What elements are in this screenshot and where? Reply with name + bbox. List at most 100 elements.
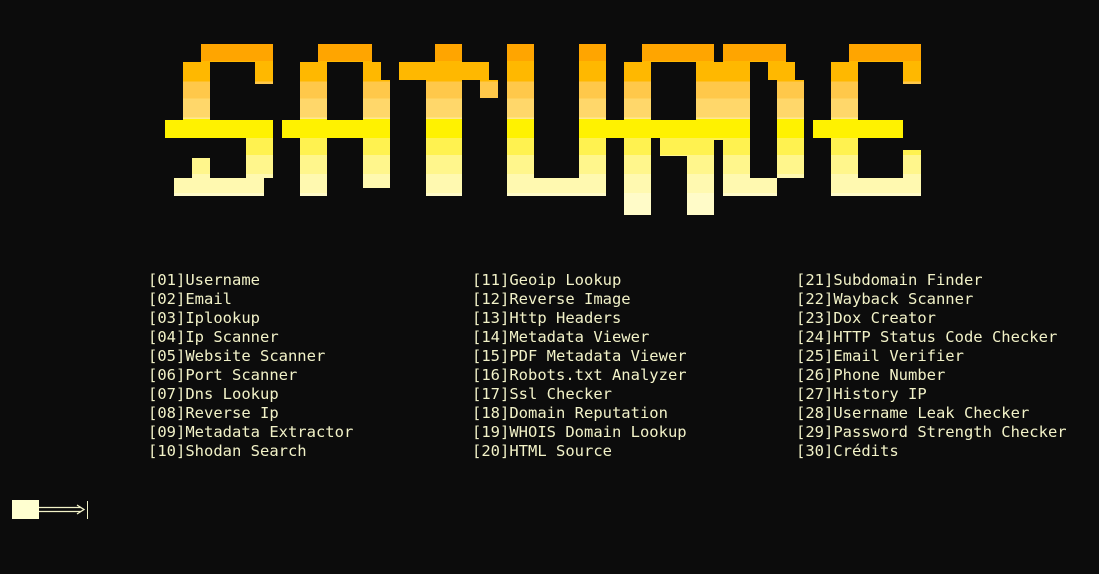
menu-item-id: [06] xyxy=(148,366,186,384)
menu-item-id: [03] xyxy=(148,309,186,327)
menu-item-label: HTML Source xyxy=(509,442,612,460)
menu-item-id: [24] xyxy=(796,328,834,346)
menu-item-id: [16] xyxy=(472,366,510,384)
menu-item-id: [18] xyxy=(472,404,510,422)
menu-item-ip-scanner[interactable]: [04]Ip Scanner xyxy=(148,328,353,347)
logo-letter-t xyxy=(399,44,498,196)
menu-item-pdf-metadata-viewer[interactable]: [15]PDF Metadata Viewer xyxy=(472,347,687,366)
menu-item-id: [21] xyxy=(796,271,834,289)
menu-item-id: [02] xyxy=(148,290,186,308)
menu-item-id: [13] xyxy=(472,309,510,327)
menu-item-robots-analyzer[interactable]: [16]Robots.txt Analyzer xyxy=(472,366,687,385)
menu-item-id: [27] xyxy=(796,385,834,403)
menu-item-label: Ssl Checker xyxy=(509,385,612,403)
menu-item-id: [11] xyxy=(472,271,510,289)
menu-item-label: Http Headers xyxy=(509,309,622,327)
logo-letter-a xyxy=(282,44,390,196)
menu-item-id: [05] xyxy=(148,347,186,365)
menu-item-label: Subdomain Finder xyxy=(833,271,983,289)
menu-item-password-strength-checker[interactable]: [29]Password Strength Checker xyxy=(796,423,1067,442)
menu-item-id: [12] xyxy=(472,290,510,308)
menu-item-id: [28] xyxy=(796,404,834,422)
menu-item-id: [22] xyxy=(796,290,834,308)
menu-item-port-scanner[interactable]: [06]Port Scanner xyxy=(148,366,353,385)
menu-item-credits[interactable]: [30]Crédits xyxy=(796,442,1067,461)
menu-item-label: Wayback Scanner xyxy=(833,290,974,308)
menu-item-label: Email Verifier xyxy=(833,347,964,365)
menu-item-wayback-scanner[interactable]: [22]Wayback Scanner xyxy=(796,290,1067,309)
logo-letter-r xyxy=(606,44,723,215)
menu-item-id: [29] xyxy=(796,423,834,441)
menu-item-id: [19] xyxy=(472,423,510,441)
menu-item-label: WHOIS Domain Lookup xyxy=(509,423,687,441)
logo-letter-u xyxy=(507,44,606,196)
prompt-block xyxy=(12,500,39,519)
menu-item-label: Iplookup xyxy=(185,309,260,327)
menu-item-id: [30] xyxy=(796,442,834,460)
menu-item-id: [23] xyxy=(796,309,834,327)
menu-item-label: Password Strength Checker xyxy=(833,423,1067,441)
menu-item-label: Dox Creator xyxy=(833,309,936,327)
menu-item-label: Domain Reputation xyxy=(509,404,668,422)
logo-letter-s1 xyxy=(165,44,273,196)
menu-item-label: Geoip Lookup xyxy=(509,271,622,289)
menu-column-2: [11]Geoip Lookup [12]Reverse Image [13]H… xyxy=(472,271,687,461)
menu-item-username[interactable]: [01]Username xyxy=(148,271,353,290)
menu-item-id: [17] xyxy=(472,385,510,403)
menu-item-username-leak-checker[interactable]: [28]Username Leak Checker xyxy=(796,404,1067,423)
menu-item-subdomain-finder[interactable]: [21]Subdomain Finder xyxy=(796,271,1067,290)
menu-item-label: Email xyxy=(185,290,232,308)
menu-item-website-scanner[interactable]: [05]Website Scanner xyxy=(148,347,353,366)
menu-item-metadata-extractor[interactable]: [09]Metadata Extractor xyxy=(148,423,353,442)
menu-item-label: Phone Number xyxy=(833,366,946,384)
menu-item-id: [01] xyxy=(148,271,186,289)
menu-item-whois-domain-lookup[interactable]: [19]WHOIS Domain Lookup xyxy=(472,423,687,442)
menu-item-id: [09] xyxy=(148,423,186,441)
menu-item-id: [07] xyxy=(148,385,186,403)
menu-item-label: Ip Scanner xyxy=(185,328,279,346)
menu-column-1: [01]Username [02]Email [03]Iplookup [04]… xyxy=(148,271,353,461)
menu-item-id: [25] xyxy=(796,347,834,365)
menu-item-label: Shodan Search xyxy=(185,442,307,460)
menu-item-id: [20] xyxy=(472,442,510,460)
menu-item-id: [14] xyxy=(472,328,510,346)
logo-letter-n xyxy=(723,44,804,196)
command-prompt[interactable] xyxy=(12,500,88,519)
menu-item-label: Reverse Image xyxy=(509,290,631,308)
menu-item-ssl-checker[interactable]: [17]Ssl Checker xyxy=(472,385,687,404)
menu-item-phone-number[interactable]: [26]Phone Number xyxy=(796,366,1067,385)
menu-item-http-status-code-checker[interactable]: [24]HTTP Status Code Checker xyxy=(796,328,1067,347)
menu-item-email[interactable]: [02]Email xyxy=(148,290,353,309)
menu-item-id: [04] xyxy=(148,328,186,346)
menu-column-3: [21]Subdomain Finder [22]Wayback Scanner… xyxy=(796,271,1067,461)
menu-item-email-verifier[interactable]: [25]Email Verifier xyxy=(796,347,1067,366)
text-cursor xyxy=(87,500,88,519)
menu-item-id: [26] xyxy=(796,366,834,384)
menu-item-label: Username xyxy=(185,271,260,289)
menu-item-iplookup[interactable]: [03]Iplookup xyxy=(148,309,353,328)
logo-letter-e xyxy=(813,44,921,196)
menu-item-http-headers[interactable]: [13]Http Headers xyxy=(472,309,687,328)
menu-item-label: Robots.txt Analyzer xyxy=(509,366,687,384)
menu-item-dox-creator[interactable]: [23]Dox Creator xyxy=(796,309,1067,328)
menu-item-html-source[interactable]: [20]HTML Source xyxy=(472,442,687,461)
menu-item-label: Crédits xyxy=(833,442,899,460)
menu-item-label: PDF Metadata Viewer xyxy=(509,347,687,365)
menu-item-label: History IP xyxy=(833,385,927,403)
menu-item-label: Dns Lookup xyxy=(185,385,279,403)
menu-item-domain-reputation[interactable]: [18]Domain Reputation xyxy=(472,404,687,423)
menu-item-label: Metadata Viewer xyxy=(509,328,650,346)
menu-item-reverse-image[interactable]: [12]Reverse Image xyxy=(472,290,687,309)
menu-item-metadata-viewer[interactable]: [14]Metadata Viewer xyxy=(472,328,687,347)
menu-item-label: Port Scanner xyxy=(185,366,298,384)
menu-item-dns-lookup[interactable]: [07]Dns Lookup xyxy=(148,385,353,404)
menu-item-label: Reverse Ip xyxy=(185,404,279,422)
menu-item-history-ip[interactable]: [27]History IP xyxy=(796,385,1067,404)
menu-item-geoip-lookup[interactable]: [11]Geoip Lookup xyxy=(472,271,687,290)
menu-item-label: Metadata Extractor xyxy=(185,423,354,441)
double-arrow-icon xyxy=(39,504,86,515)
menu-item-label: HTTP Status Code Checker xyxy=(833,328,1058,346)
menu-item-id: [15] xyxy=(472,347,510,365)
menu-item-reverse-ip[interactable]: [08]Reverse Ip xyxy=(148,404,353,423)
menu-item-shodan-search[interactable]: [10]Shodan Search xyxy=(148,442,353,461)
